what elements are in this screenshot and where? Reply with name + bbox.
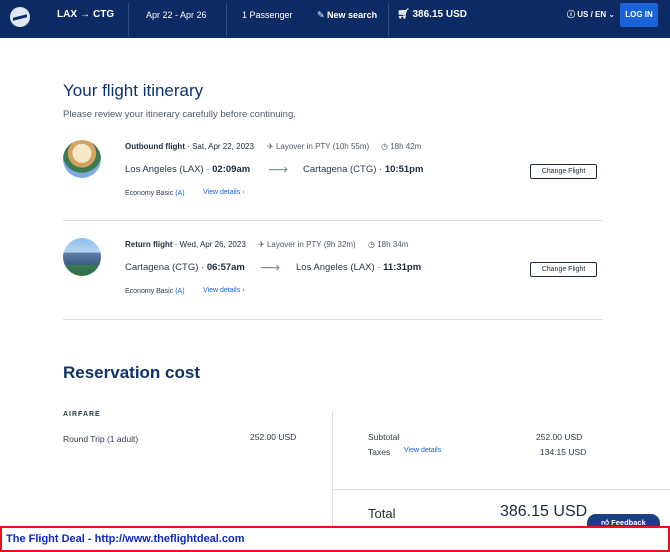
trip-type: Round Trip (1 adult) <box>63 434 138 444</box>
passenger-count[interactable]: 1 Passenger <box>242 0 293 38</box>
subtotal-label: Subtotal <box>368 432 400 442</box>
page-subtitle: Please review your itinerary carefully b… <box>63 109 296 120</box>
fare-class-code[interactable]: (A) <box>175 288 184 295</box>
section-divider <box>63 220 603 221</box>
arrow-right-icon: ⟶ <box>268 161 289 177</box>
layover-info: ✈ Layover in PTY (9h 32m) <box>258 240 356 249</box>
clock-icon: ◷ <box>381 142 391 151</box>
column-divider <box>332 411 333 531</box>
flight-date: Sat, Apr 22, 2023 <box>192 142 254 151</box>
view-details-label: View details <box>203 189 241 196</box>
cart-icon: 🛒︎ <box>397 9 413 20</box>
departure: Los Angeles (LAX) · 02:09am <box>125 164 251 175</box>
layover-info: ✈ Layover in PTY (10h 55m) <box>267 142 369 151</box>
view-details-label: View details <box>203 287 241 294</box>
header-divider <box>388 3 389 37</box>
arrival-time: 11:31pm <box>383 262 422 273</box>
arrival-time: 10:51pm <box>384 164 424 175</box>
total-value: 386.15 USD <box>500 503 588 520</box>
trip-price: 252.00 USD <box>250 432 297 442</box>
plane-icon: ✈ <box>267 142 276 151</box>
header-divider <box>226 3 227 37</box>
fare-class-name: Economy Basic <box>125 288 174 295</box>
flight-date: Wed, Apr 26, 2023 <box>179 240 246 249</box>
total-label: Total <box>368 506 396 521</box>
departure-time: 02:09am <box>212 164 251 175</box>
pencil-icon: ✎ <box>317 10 328 20</box>
travel-dates[interactable]: Apr 22 - Apr 26 <box>146 0 207 38</box>
outbound-flight-card: Outbound flight · Sat, Apr 22, 2023 ✈ La… <box>63 134 603 234</box>
subtotal-value: 252.00 USD <box>536 432 583 442</box>
origin-code: LAX <box>57 9 77 20</box>
chevron-right-icon: › <box>242 189 245 196</box>
section-divider <box>63 319 603 320</box>
watermark-banner: The Flight Deal - http://www.theflightde… <box>0 526 670 552</box>
page-title: Your flight itinerary <box>63 81 204 100</box>
departure-time: 06:57am <box>206 262 245 273</box>
flight-label: Return flight <box>125 240 173 249</box>
cart-total-value: 386.15 USD <box>412 9 467 20</box>
top-header: LAX → CTG Apr 22 - Apr 26 1 Passenger ✎ Ne… <box>0 0 670 38</box>
trip-passengers: (1 adult) <box>106 434 139 444</box>
arrow-right-icon: → <box>80 9 90 20</box>
taxes-label: Taxes <box>368 447 391 457</box>
fare-class: Economy Basic (A) <box>125 288 185 295</box>
arrival: Los Angeles (LAX) · 11:31pm <box>296 262 422 273</box>
arrival-city: Cartagena (CTG) <box>303 164 377 175</box>
taxes-value: 134.15 USD <box>540 447 587 457</box>
view-details-link[interactable]: View details › <box>203 287 245 294</box>
taxes-details-link[interactable]: View details <box>404 447 441 454</box>
destination-photo <box>63 140 101 178</box>
new-search-label: New search <box>327 10 378 20</box>
flight-label: Outbound flight <box>125 142 185 151</box>
flight-duration: ◷ 18h 34m <box>368 240 408 249</box>
airline-logo[interactable] <box>10 7 30 27</box>
clock-icon: ◷ <box>368 240 378 249</box>
arrow-right-icon: ⟶ <box>260 259 281 275</box>
change-flight-button[interactable]: Change Flight <box>530 164 597 179</box>
new-search-button[interactable]: ✎ New search <box>317 0 377 38</box>
arrival: Cartagena (CTG) · 10:51pm <box>303 164 424 175</box>
fare-class: Economy Basic (A) <box>125 190 185 197</box>
header-divider <box>128 3 129 37</box>
route-summary[interactable]: LAX → CTG <box>57 0 114 38</box>
locale-label: US / EN <box>577 10 607 19</box>
duration-text: 18h 42m <box>390 142 422 151</box>
departure-city: Cartagena (CTG) <box>125 262 199 273</box>
departure: Cartagena (CTG) · 06:57am <box>125 262 245 273</box>
login-button[interactable]: LOG IN <box>620 3 658 27</box>
reservation-title: Reservation cost <box>63 363 200 382</box>
destination-code: CTG <box>93 9 115 20</box>
departure-city: Los Angeles (LAX) <box>125 164 204 175</box>
info-icon: ⓘ <box>567 10 578 19</box>
plane-icon: ✈ <box>258 240 267 249</box>
chevron-right-icon: › <box>242 287 245 294</box>
flight-header: Outbound flight · Sat, Apr 22, 2023 <box>125 142 254 151</box>
fare-class-name: Economy Basic <box>125 190 174 197</box>
flight-duration: ◷ 18h 42m <box>381 142 421 151</box>
view-details-link[interactable]: View details › <box>203 189 245 196</box>
destination-photo <box>63 238 101 276</box>
change-flight-button[interactable]: Change Flight <box>530 262 597 277</box>
locale-selector[interactable]: ⓘ US / EN ⌄ <box>567 0 615 38</box>
layover-text: Layover in PTY (10h 55m) <box>275 142 370 151</box>
return-flight-card: Return flight · Wed, Apr 26, 2023 ✈ Layo… <box>63 232 603 332</box>
trip-type-label: Round Trip <box>63 434 105 444</box>
flight-header: Return flight · Wed, Apr 26, 2023 <box>125 240 246 249</box>
airfare-label: AIRFARE <box>63 411 101 418</box>
layover-text: Layover in PTY (9h 32m) <box>266 240 356 249</box>
total-divider <box>333 489 670 490</box>
cart-total[interactable]: 🛒︎ 386.15 USD <box>397 0 467 38</box>
arrival-city: Los Angeles (LAX) <box>296 262 375 273</box>
banner-text[interactable]: The Flight Deal - http://www.theflightde… <box>6 533 245 545</box>
duration-text: 18h 34m <box>377 240 409 249</box>
fare-class-code[interactable]: (A) <box>175 190 184 197</box>
chevron-down-icon: ⌄ <box>606 10 616 19</box>
